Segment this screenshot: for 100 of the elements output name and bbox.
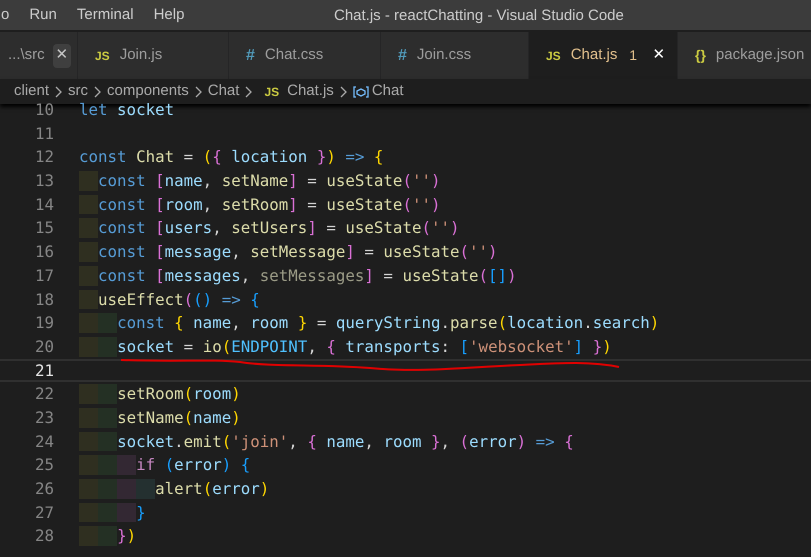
code-token: search	[592, 312, 650, 334]
editor-tab[interactable]: {} package.json	[678, 32, 811, 79]
editor-tab[interactable]: # Join.css	[381, 32, 529, 79]
chevron-right-icon	[340, 86, 347, 98]
code-token: error	[174, 454, 222, 476]
code-token: io	[202, 336, 222, 358]
code-token: )	[450, 217, 460, 240]
code-token: room	[193, 383, 232, 406]
code-token: (	[222, 336, 232, 358]
code-token: {	[212, 146, 222, 168]
code-token: .	[440, 312, 450, 334]
close-icon[interactable]: ✕	[52, 44, 71, 68]
editor-tab[interactable]: ...\src ✕	[0, 32, 78, 79]
code-token: =	[316, 312, 328, 334]
code-token: }	[136, 502, 146, 524]
code-token: ]	[364, 264, 374, 287]
tab-label: Chat.js	[570, 45, 618, 66]
code-token: ''	[469, 241, 488, 264]
js-icon: JS	[264, 82, 280, 100]
code-token: useState	[326, 194, 402, 216]
code-token: parse	[450, 312, 498, 334]
code-token: [	[155, 264, 165, 287]
code-token: emit	[184, 430, 222, 453]
code-token: =	[306, 194, 318, 216]
code-token: setRoom	[117, 383, 184, 406]
code-token: (	[498, 312, 508, 334]
code-token: )	[222, 454, 232, 476]
menu-item[interactable]: Terminal	[66, 4, 144, 26]
code-token: )	[430, 170, 440, 192]
code-token: }	[431, 430, 441, 453]
code-token: messages	[164, 264, 241, 287]
code-token: )	[231, 406, 241, 429]
js-icon: JS	[95, 46, 110, 64]
line-number: 23	[34, 406, 54, 429]
chevron-right-icon	[245, 86, 252, 98]
editor-tab[interactable]: # Chat.css	[229, 32, 381, 79]
code-token: =	[382, 264, 394, 287]
hash-icon: #	[246, 44, 255, 68]
code-token: =>	[344, 146, 366, 168]
code-token: )	[507, 264, 517, 287]
code-token: =	[306, 170, 318, 192]
code-token: socket	[117, 336, 174, 358]
code-token: ENDPOINT	[231, 336, 308, 358]
tab-label: Join.css	[416, 45, 472, 66]
code-token: setMessages	[260, 264, 364, 287]
code-token: {	[564, 430, 574, 453]
code-token: useState	[326, 170, 402, 192]
js-icon: JS	[546, 46, 561, 64]
tab-label: package.json	[716, 45, 804, 66]
line-number: 26	[34, 478, 54, 500]
code-token: {	[240, 454, 250, 476]
code-token: useState	[345, 217, 422, 240]
line-number: 12	[34, 146, 54, 168]
code-token: ]	[288, 170, 298, 192]
line-number: 24	[34, 430, 54, 453]
line-number: 21	[34, 360, 54, 382]
line-number: 11	[34, 122, 54, 145]
code-token: (	[421, 217, 431, 240]
menu-item[interactable]: Help	[144, 4, 194, 26]
code-token: ,	[202, 170, 214, 192]
code-token: (	[184, 383, 194, 406]
chevron-right-icon	[194, 86, 202, 98]
tab-label: Join.js	[120, 45, 162, 66]
code-token: =	[363, 241, 375, 264]
menu-item[interactable]: o	[0, 4, 20, 26]
code-token: ,	[364, 430, 375, 453]
code-token: ,	[231, 312, 242, 334]
code-token: )	[231, 383, 241, 406]
code-token: )	[326, 146, 336, 168]
code-token: []	[488, 264, 508, 287]
code-token: name	[193, 406, 232, 429]
line-number: 19	[34, 312, 54, 334]
breadcrumb-item[interactable]: Chat.js	[287, 80, 334, 103]
code-token: name	[325, 430, 364, 453]
breadcrumb-item[interactable]: Chat	[208, 80, 240, 103]
code-token: [	[155, 217, 165, 240]
code-token: ''	[430, 217, 450, 240]
editor-tab[interactable]: JS Chat.js 1 ✕	[529, 32, 678, 79]
code-token: room	[383, 430, 422, 453]
code-token: setRoom	[222, 194, 288, 216]
code-token: {	[326, 336, 336, 358]
code-token: {	[250, 288, 260, 310]
code-token: {	[174, 312, 184, 334]
breadcrumb-item[interactable]: Chat	[372, 80, 404, 103]
menu-item[interactable]: Run	[19, 4, 67, 26]
editor-tab[interactable]: JS Join.js	[78, 32, 229, 79]
code-token: const	[98, 217, 147, 240]
close-icon[interactable]: ✕	[647, 44, 671, 68]
code-token: ()	[193, 288, 212, 310]
code-token: transports	[344, 336, 440, 358]
code-token: const	[117, 312, 166, 334]
hash-icon: #	[398, 44, 407, 68]
code-token: Chat	[136, 146, 174, 168]
code-token: ,	[240, 264, 252, 287]
code-token: setName	[222, 170, 288, 192]
code-token: [	[155, 170, 165, 192]
code-token: {	[307, 430, 317, 453]
code-token: const	[98, 241, 147, 264]
code-token: error	[212, 478, 260, 500]
line-number: 17	[34, 264, 54, 287]
